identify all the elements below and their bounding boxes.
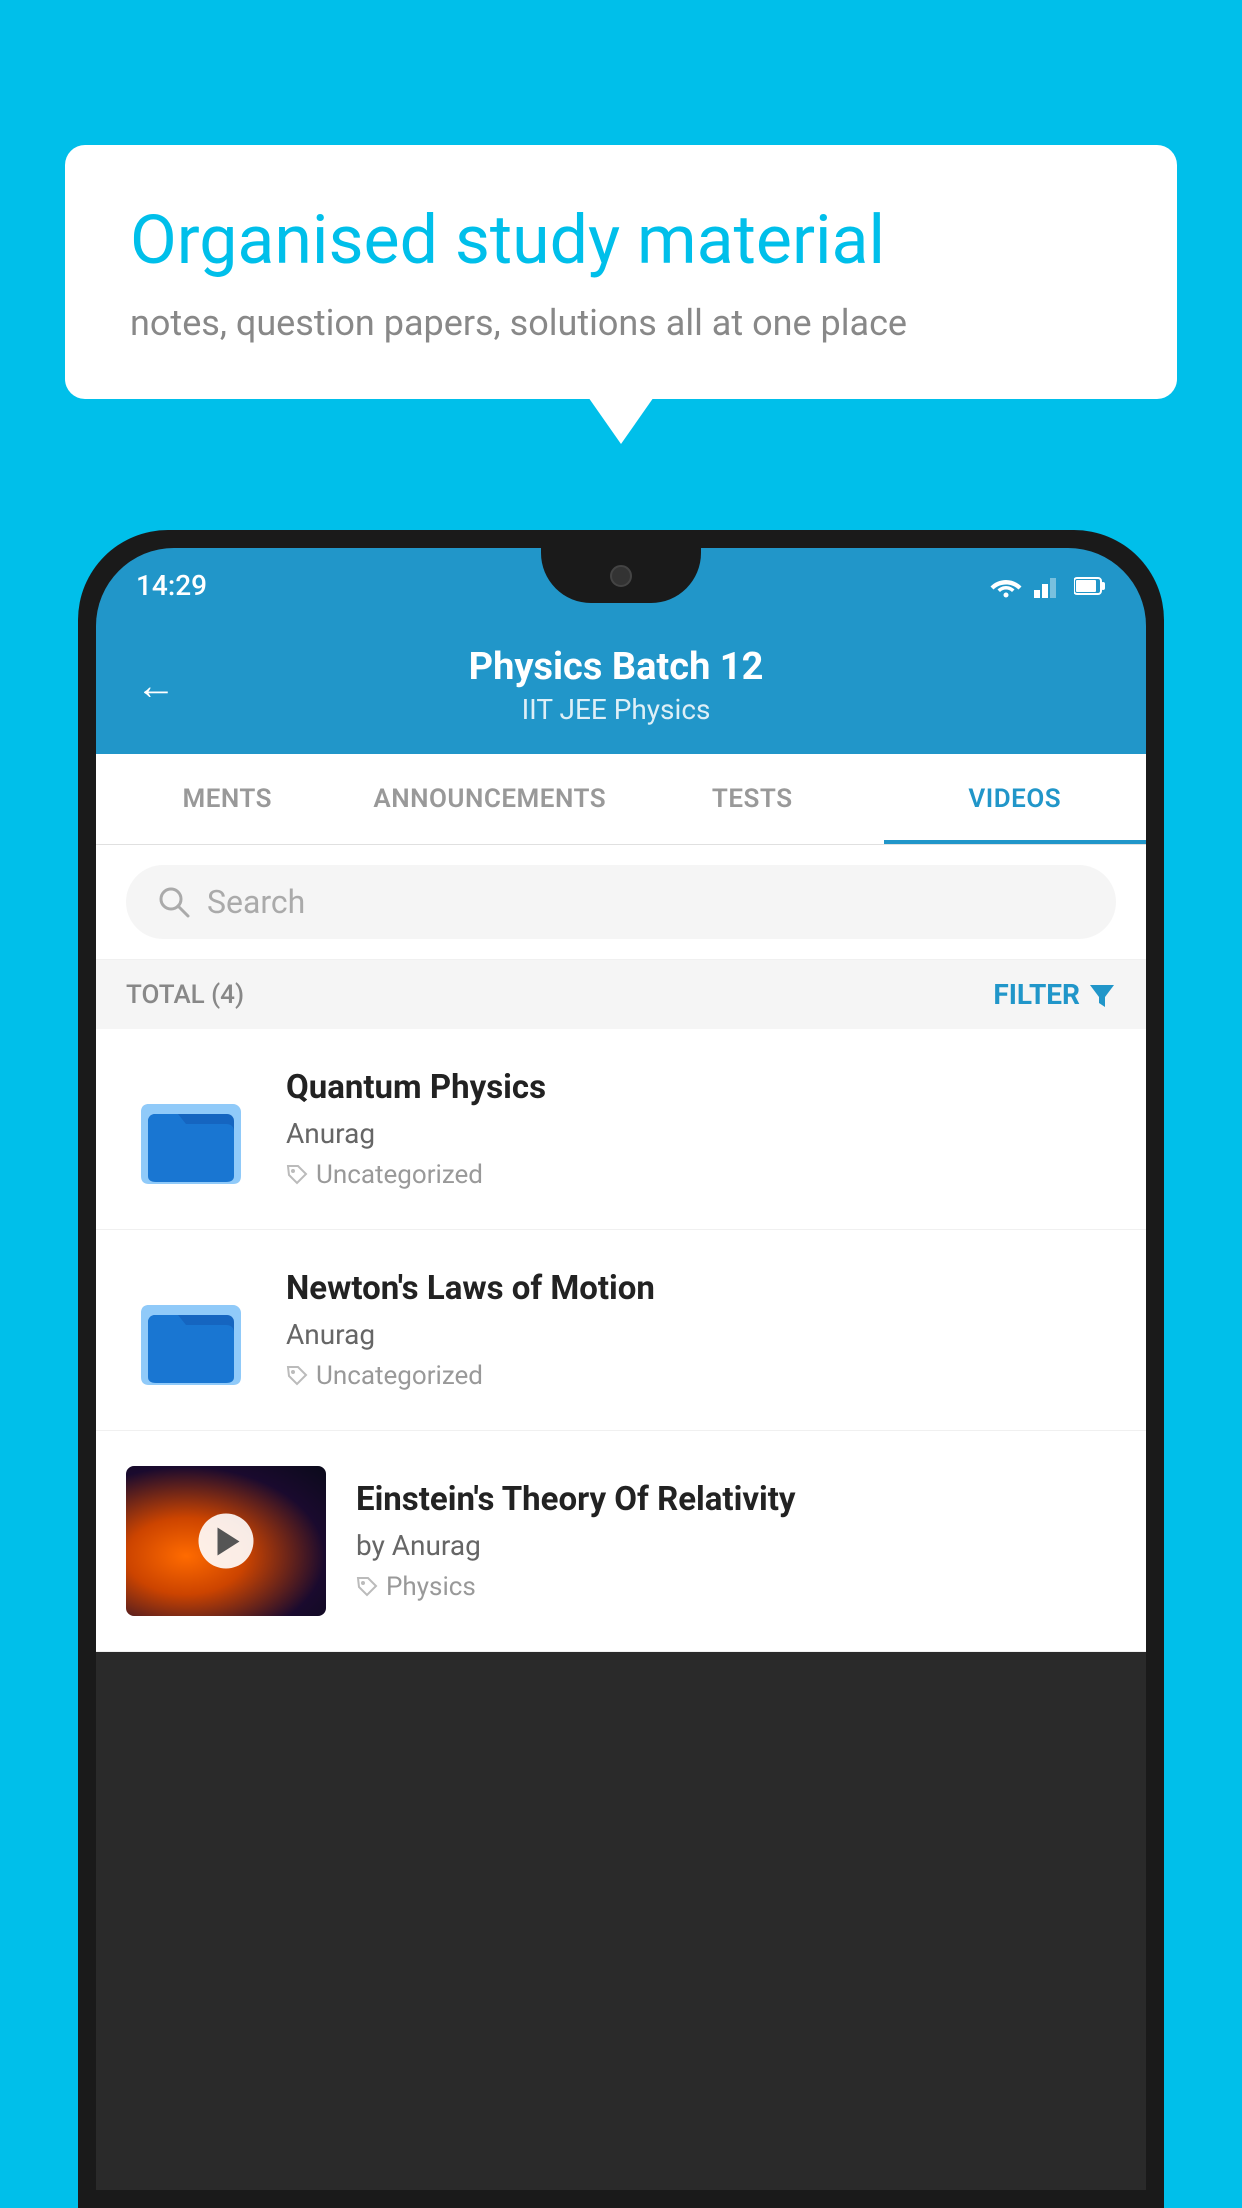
- folder-thumbnail-2: [126, 1265, 256, 1395]
- status-icons: [990, 574, 1106, 598]
- video-tag-text-3: Physics: [386, 1572, 476, 1602]
- tag-icon: [286, 1164, 308, 1186]
- play-triangle-icon: [217, 1527, 239, 1555]
- wifi-icon: [990, 574, 1022, 598]
- tag-icon-2: [286, 1365, 308, 1387]
- signal-icon: [1034, 574, 1062, 598]
- tab-tests[interactable]: TESTS: [621, 754, 884, 844]
- phone-wrapper: 14:29: [78, 530, 1164, 2208]
- speech-bubble-title: Organised study material: [130, 200, 1112, 282]
- phone-inner: 14:29: [96, 548, 1146, 2190]
- search-bar[interactable]: Search: [126, 865, 1116, 939]
- total-count: TOTAL (4): [126, 980, 244, 1010]
- folder-icon-2: [136, 1275, 246, 1385]
- video-tag-3: Physics: [356, 1572, 1116, 1602]
- folder-icon: [136, 1074, 246, 1184]
- speech-bubble: Organised study material notes, question…: [65, 145, 1177, 399]
- video-author-1: Anurag: [286, 1117, 1116, 1150]
- filter-bar: TOTAL (4) FILTER: [96, 960, 1146, 1029]
- tab-announcements[interactable]: ANNOUNCEMENTS: [359, 754, 622, 844]
- header-title: Physics Batch 12: [206, 645, 1026, 689]
- speech-bubble-subtitle: notes, question papers, solutions all at…: [130, 302, 1112, 344]
- search-container: Search: [96, 845, 1146, 960]
- video-tag-2: Uncategorized: [286, 1361, 1116, 1391]
- video-info-2: Newton's Laws of Motion Anurag Uncategor…: [286, 1269, 1116, 1391]
- video-tag-text-1: Uncategorized: [316, 1160, 483, 1190]
- notch: [541, 548, 701, 603]
- tabs-bar: MENTS ANNOUNCEMENTS TESTS VIDEOS: [96, 754, 1146, 845]
- header-subtitle: IIT JEE Physics: [206, 693, 1026, 726]
- tag-icon-3: [356, 1576, 378, 1598]
- battery-icon: [1074, 576, 1106, 596]
- video-list: Quantum Physics Anurag Uncategorized: [96, 1029, 1146, 1652]
- header-title-area: Physics Batch 12 IIT JEE Physics: [206, 645, 1026, 726]
- play-button[interactable]: [199, 1514, 254, 1569]
- search-placeholder: Search: [207, 883, 305, 921]
- video-info-1: Quantum Physics Anurag Uncategorized: [286, 1068, 1116, 1190]
- folder-thumbnail-1: [126, 1064, 256, 1194]
- video-title-3: Einstein's Theory Of Relativity: [356, 1480, 1116, 1519]
- video-tag-text-2: Uncategorized: [316, 1361, 483, 1391]
- filter-icon: [1088, 981, 1116, 1009]
- video-title-2: Newton's Laws of Motion: [286, 1269, 1116, 1308]
- video-author-2: Anurag: [286, 1318, 1116, 1351]
- video-tag-1: Uncategorized: [286, 1160, 1116, 1190]
- list-item[interactable]: Einstein's Theory Of Relativity by Anura…: [96, 1431, 1146, 1652]
- app-header: ← Physics Batch 12 IIT JEE Physics: [96, 623, 1146, 754]
- phone-outer: 14:29: [78, 530, 1164, 2208]
- tab-ments[interactable]: MENTS: [96, 754, 359, 844]
- filter-label: FILTER: [993, 978, 1080, 1011]
- status-time: 14:29: [136, 569, 207, 602]
- video-author-3: by Anurag: [356, 1529, 1116, 1562]
- tab-videos[interactable]: VIDEOS: [884, 754, 1147, 844]
- back-button[interactable]: ←: [136, 662, 176, 709]
- list-item[interactable]: Newton's Laws of Motion Anurag Uncategor…: [96, 1230, 1146, 1431]
- search-icon: [156, 884, 192, 920]
- video-thumbnail-3: [126, 1466, 326, 1616]
- list-item[interactable]: Quantum Physics Anurag Uncategorized: [96, 1029, 1146, 1230]
- video-title-1: Quantum Physics: [286, 1068, 1116, 1107]
- filter-button[interactable]: FILTER: [993, 978, 1116, 1011]
- camera-dot: [610, 565, 632, 587]
- status-bar: 14:29: [96, 548, 1146, 623]
- speech-bubble-container: Organised study material notes, question…: [65, 145, 1177, 399]
- video-info-3: Einstein's Theory Of Relativity by Anura…: [356, 1480, 1116, 1602]
